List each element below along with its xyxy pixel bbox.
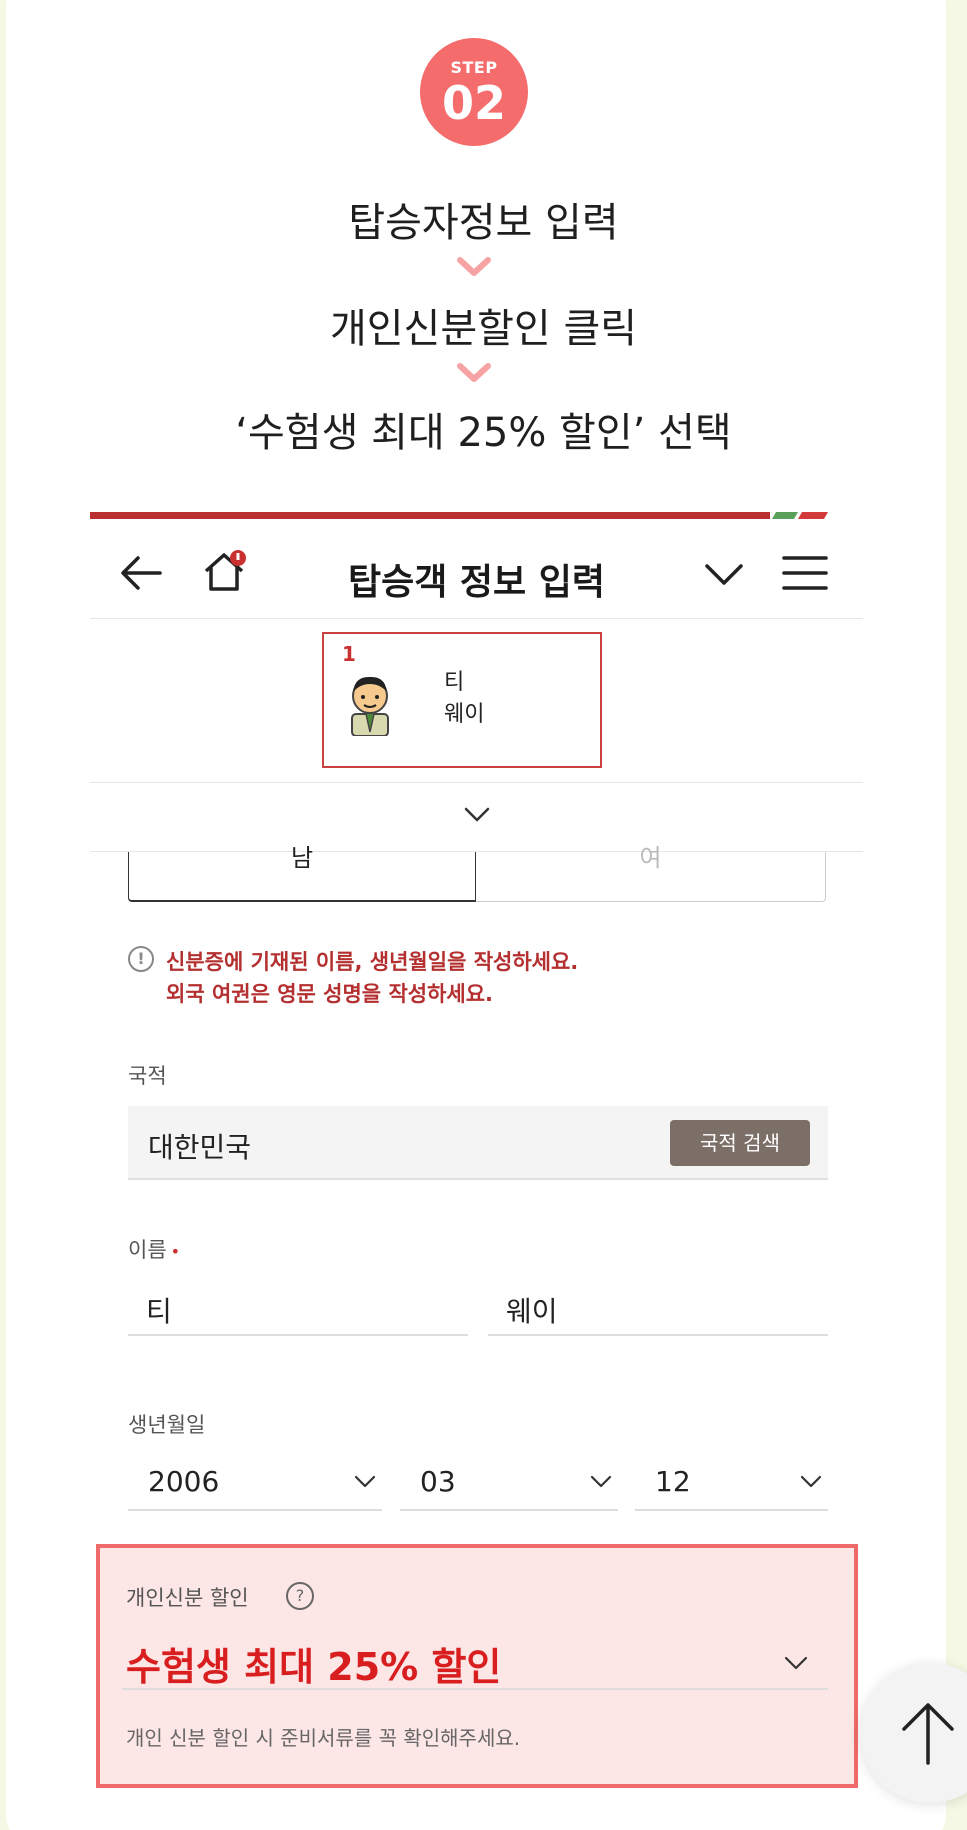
hamburger-menu-icon[interactable] xyxy=(782,555,828,591)
first-name-input[interactable]: 티 xyxy=(128,1274,468,1336)
page-title: 탑승객 정보 입력 xyxy=(348,562,605,603)
chevron-down-icon xyxy=(800,1475,822,1488)
step-badge: STEP 02 xyxy=(420,38,528,146)
gender-male-label: 남 xyxy=(290,844,314,872)
passenger-list-toggle[interactable] xyxy=(90,782,863,852)
passenger-card[interactable]: 1 티 웨이 xyxy=(322,632,602,768)
birth-month-value: 03 xyxy=(420,1465,456,1498)
step-number: 02 xyxy=(441,76,506,130)
info-icon: ! xyxy=(128,946,154,972)
chevron-down-icon xyxy=(354,1475,376,1488)
passenger-first-name: 티 xyxy=(444,670,465,695)
first-name-value: 티 xyxy=(146,1295,172,1328)
birth-year-select[interactable]: 2006 xyxy=(128,1449,382,1511)
nationality-value: 대한민국 xyxy=(148,1131,252,1164)
chevron-down-icon[interactable] xyxy=(704,563,744,587)
brand-bar-accent xyxy=(797,512,829,519)
help-icon[interactable]: ? xyxy=(286,1582,314,1610)
birth-label: 생년월일 xyxy=(128,1413,206,1437)
gender-selector: 남 여 xyxy=(128,844,828,902)
gender-male-option[interactable]: 남 xyxy=(128,844,476,902)
passenger-last-name: 웨이 xyxy=(444,702,485,727)
instruction-line-1: 탑승자정보 입력 xyxy=(348,200,619,246)
personal-discount-section: 개인신분 할인 ? 수험생 최대 25% 할인 개인 신분 할인 시 준비서류를… xyxy=(96,1544,858,1788)
gender-female-option[interactable]: 여 xyxy=(476,844,826,902)
notice-line-2: 외국 여권은 영문 성명을 작성하세요. xyxy=(166,982,494,1006)
birth-month-select[interactable]: 03 xyxy=(400,1449,618,1511)
instruction-line-3: ‘수험생 최대 25% 할인’ 선택 xyxy=(235,410,732,456)
app-screenshot: 탑승객 정보 입력 1 티 웨이 남 여 ! 신분증에 기재된 이름, 생년월일… xyxy=(90,512,863,1830)
name-label: 이름 • xyxy=(128,1234,180,1264)
step-label: STEP xyxy=(450,58,498,77)
arrow-up-icon xyxy=(902,1703,954,1765)
app-header: 탑승객 정보 입력 xyxy=(90,519,863,619)
nationality-search-button[interactable]: 국적 검색 xyxy=(670,1120,810,1166)
nationality-label: 국적 xyxy=(128,1064,167,1088)
last-name-value: 웨이 xyxy=(506,1295,558,1328)
personal-discount-hint: 개인 신분 할인 시 준비서류를 꼭 확인해주세요. xyxy=(126,1726,521,1750)
personal-discount-value: 수험생 최대 25% 할인 xyxy=(126,1645,502,1689)
brand-bar-accent xyxy=(771,512,799,519)
chevron-down-icon xyxy=(457,363,491,382)
passenger-avatar-icon xyxy=(351,676,389,736)
last-name-input[interactable]: 웨이 xyxy=(488,1274,828,1336)
personal-discount-label: 개인신분 할인 xyxy=(126,1586,249,1610)
passenger-index: 1 xyxy=(342,642,356,666)
required-mark: • xyxy=(170,1242,181,1261)
birth-day-select[interactable]: 12 xyxy=(635,1449,828,1511)
instruction-line-2: 개인신분할인 클릭 xyxy=(329,306,638,352)
notice-line-1: 신분증에 기재된 이름, 생년월일을 작성하세요. xyxy=(166,950,579,974)
chevron-down-icon xyxy=(464,807,490,822)
birth-year-value: 2006 xyxy=(148,1465,220,1498)
nationality-field: 대한민국 국적 검색 xyxy=(128,1106,828,1180)
birth-day-value: 12 xyxy=(655,1465,691,1498)
chevron-down-icon xyxy=(784,1656,808,1670)
name-label-text: 이름 xyxy=(128,1238,167,1262)
gender-female-label: 여 xyxy=(639,844,662,872)
brand-bar xyxy=(90,512,770,519)
chevron-down-icon xyxy=(457,257,491,276)
chevron-down-icon xyxy=(590,1475,612,1488)
